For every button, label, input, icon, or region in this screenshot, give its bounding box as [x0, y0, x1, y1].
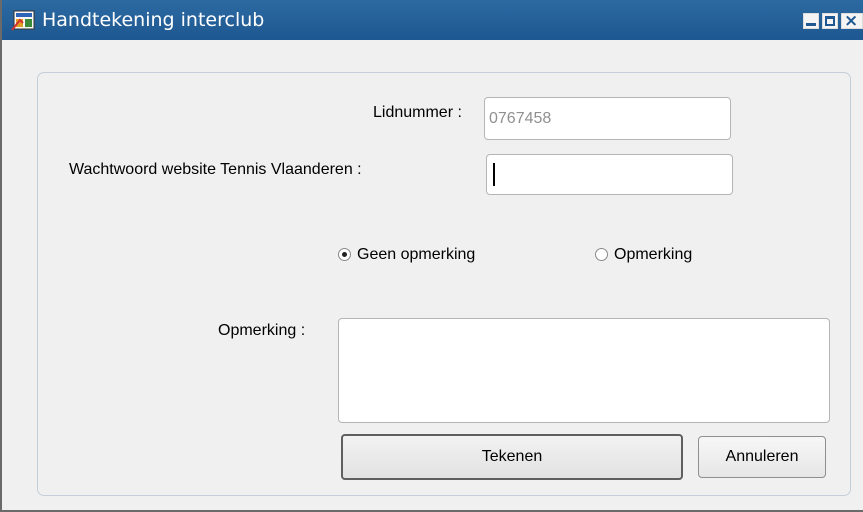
maximize-icon[interactable]	[822, 13, 838, 29]
title-bar[interactable]: Handtekening interclub ×	[2, 0, 863, 40]
opmerking-label: Opmerking :	[218, 322, 306, 339]
lidnummer-field[interactable]	[484, 97, 731, 140]
text-cursor	[493, 163, 495, 186]
dialog-window: Handtekening interclub × Lidnummer : Wac…	[0, 0, 863, 512]
app-icon	[11, 10, 35, 31]
window-title: Handtekening interclub	[42, 9, 265, 31]
wachtwoord-label: Wachtwoord website Tennis Vlaanderen :	[69, 161, 362, 178]
lidnummer-label: Lidnummer :	[373, 104, 462, 121]
annuleren-button[interactable]: Annuleren	[698, 436, 826, 478]
radio-geen-opmerking[interactable]	[338, 248, 351, 261]
tekenen-button[interactable]: Tekenen	[341, 434, 683, 480]
minimize-icon[interactable]	[803, 13, 819, 29]
radio-opmerking-label[interactable]: Opmerking	[614, 245, 692, 265]
password-field[interactable]	[486, 154, 733, 195]
radio-geen-opmerking-label[interactable]: Geen opmerking	[357, 245, 475, 265]
radio-opmerking[interactable]	[595, 248, 608, 261]
close-icon[interactable]: ×	[841, 11, 863, 31]
opmerking-textarea[interactable]	[338, 318, 830, 423]
